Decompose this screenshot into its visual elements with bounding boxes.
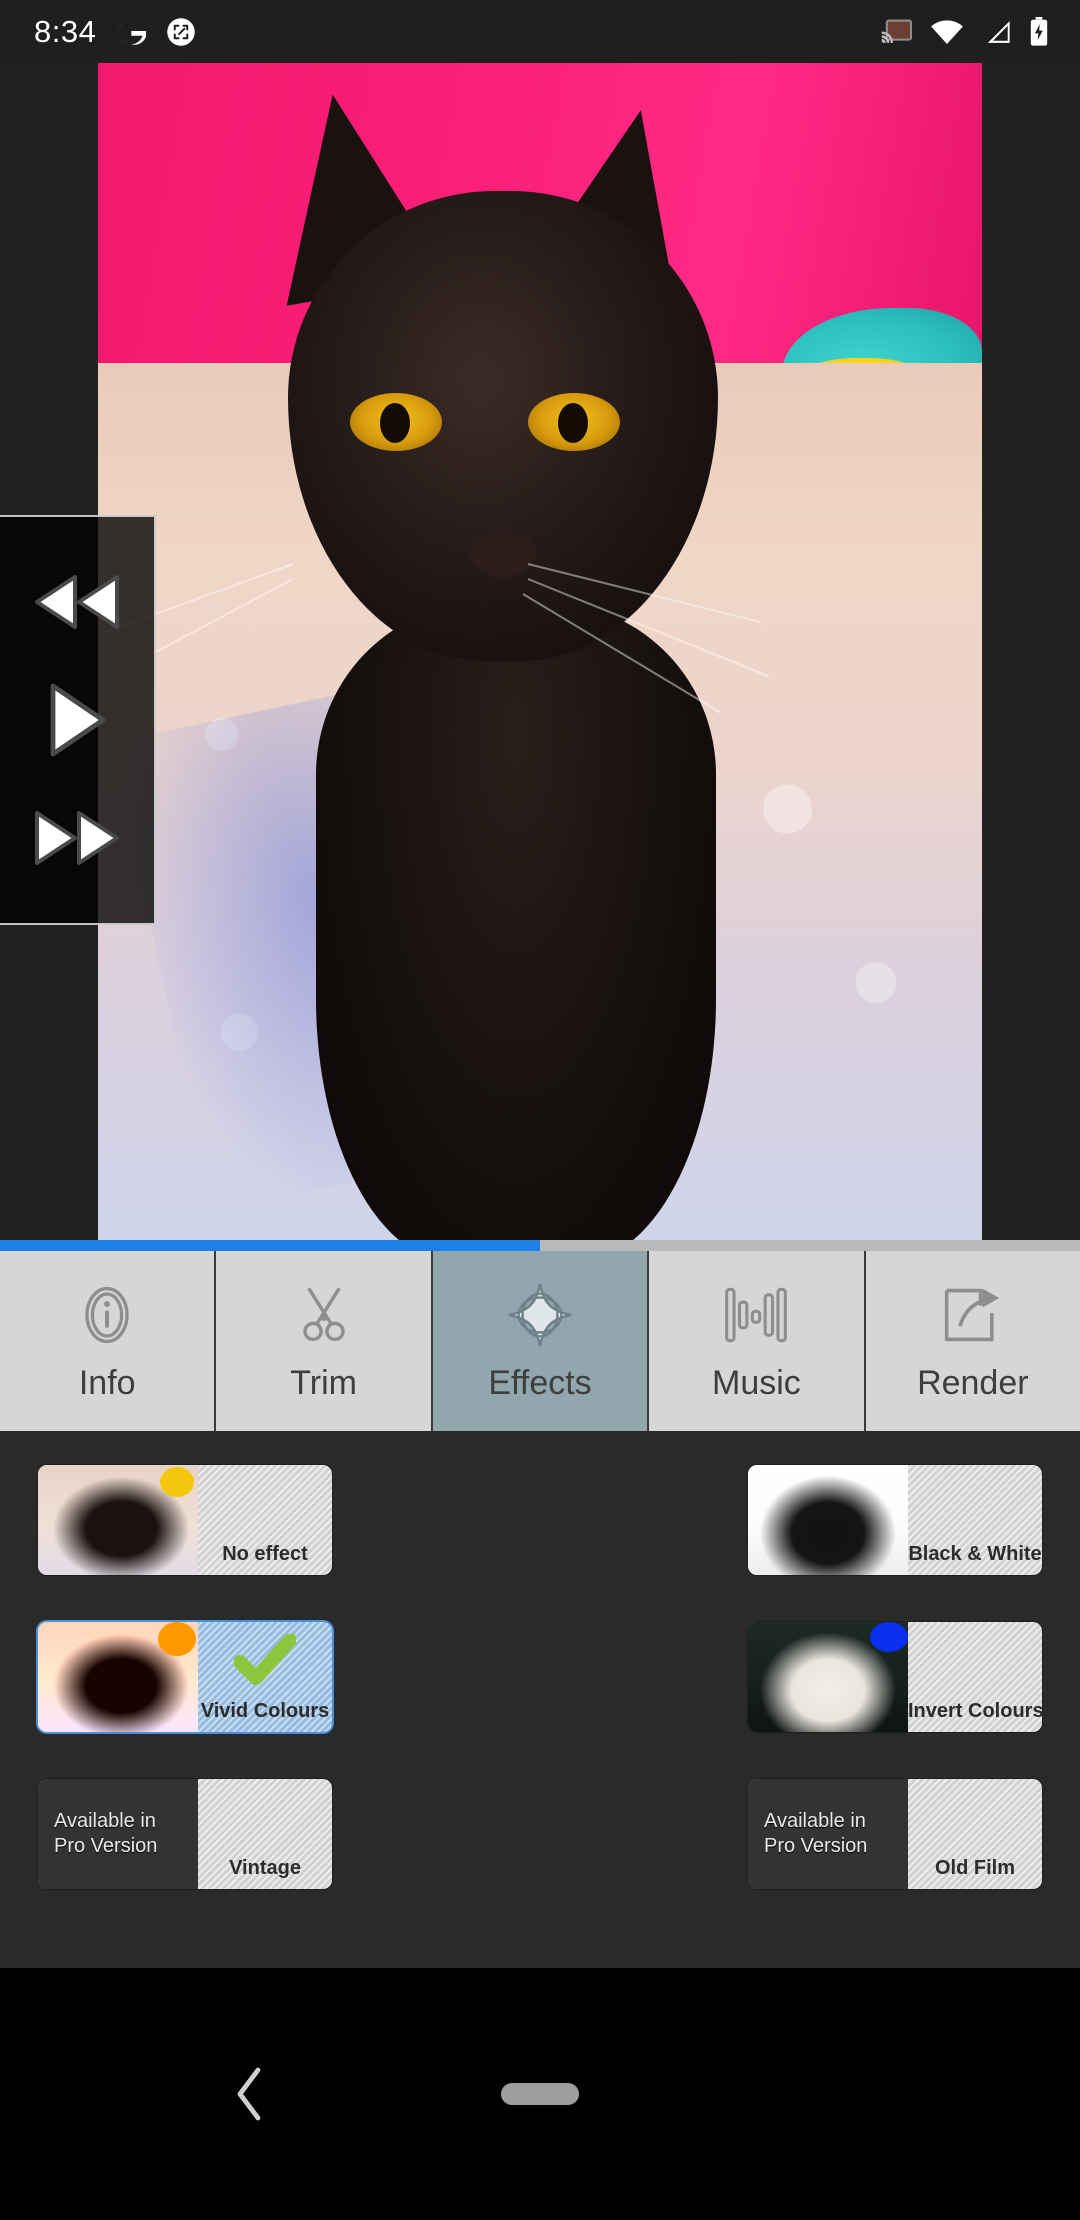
- thumb-toy: [160, 1467, 194, 1497]
- thumbnail-image: [748, 1465, 908, 1575]
- effect-label-wrap: Vintage: [198, 1779, 332, 1889]
- sparkle-icon: [505, 1280, 575, 1350]
- effect-cell: Black & White: [540, 1465, 1042, 1575]
- effect-item-old-film[interactable]: Available in Pro Version Old Film: [748, 1779, 1042, 1889]
- effect-item-invert-colours[interactable]: Invert Colours: [748, 1622, 1042, 1732]
- effect-thumbnail: Available in Pro Version: [38, 1779, 198, 1889]
- export-icon: [938, 1280, 1008, 1350]
- effect-label-wrap: Invert Colours: [908, 1622, 1042, 1732]
- tab-render-label: Render: [917, 1363, 1029, 1402]
- video-seek-bar[interactable]: [0, 1240, 1080, 1251]
- tab-music-label: Music: [712, 1363, 801, 1402]
- info-icon: [72, 1280, 142, 1350]
- effect-thumbnail: Available in Pro Version: [748, 1779, 908, 1889]
- effects-panel: No effect Black & White Vivid Colours In…: [0, 1431, 1080, 1968]
- battery-charging-icon: [1028, 16, 1050, 47]
- effect-label: Invert Colours: [908, 1700, 1042, 1722]
- cat-eye-right: [528, 393, 620, 451]
- tab-info[interactable]: Info: [0, 1251, 217, 1431]
- tab-music[interactable]: Music: [649, 1251, 866, 1431]
- pro-badge-line2: Pro Version: [764, 1835, 868, 1857]
- pro-badge-text: Available in Pro Version: [38, 1809, 198, 1859]
- effect-cell: No effect: [38, 1465, 540, 1575]
- effect-label: Vivid Colours: [200, 1700, 330, 1722]
- pro-badge-text: Available in Pro Version: [748, 1809, 908, 1859]
- rewind-button[interactable]: [22, 559, 132, 645]
- cat-body: [316, 603, 716, 1240]
- google-icon: [116, 17, 147, 47]
- effect-item-vivid-colours[interactable]: Vivid Colours: [38, 1622, 332, 1732]
- effect-label-wrap: Old Film: [908, 1779, 1042, 1889]
- effect-thumbnail: [38, 1465, 198, 1575]
- cat-pupil-right: [558, 403, 588, 443]
- cat-eye-left: [350, 393, 442, 451]
- effect-cell: Available in Pro Version Vintage: [38, 1779, 540, 1889]
- cast-icon: [881, 18, 913, 46]
- status-bar-right: [881, 16, 1080, 47]
- tab-info-label: Info: [78, 1363, 136, 1402]
- effect-item-no-effect[interactable]: No effect: [38, 1465, 332, 1575]
- effect-cell: Available in Pro Version Old Film: [540, 1779, 1042, 1889]
- play-button[interactable]: [22, 677, 132, 763]
- pro-badge-line2: Pro Version: [54, 1835, 158, 1857]
- video-frame[interactable]: [98, 63, 982, 1240]
- status-bar-left: 8:34: [0, 14, 196, 50]
- system-navigation-bar: [0, 1968, 1080, 2220]
- pro-badge-line1: Available in: [764, 1810, 866, 1832]
- thumbnail-image: [38, 1622, 198, 1732]
- waveform-icon: [721, 1280, 791, 1350]
- effect-item-black-and-white[interactable]: Black & White: [748, 1465, 1042, 1575]
- player-controls-panel[interactable]: [0, 515, 156, 925]
- tab-render[interactable]: Render: [865, 1251, 1080, 1431]
- cat-nose: [470, 531, 536, 577]
- thumbnail-image: [748, 1622, 908, 1732]
- effects-grid: No effect Black & White Vivid Colours In…: [0, 1431, 1080, 1889]
- scissors-icon: [289, 1280, 359, 1350]
- effect-label: No effect: [222, 1543, 308, 1565]
- pro-version-badge: Available in Pro Version: [38, 1779, 198, 1889]
- editor-tab-bar[interactable]: Info Trim Effects Music Render: [0, 1251, 1080, 1431]
- effect-cell: Vivid Colours: [38, 1622, 540, 1732]
- app-screen: 8:34 Info Trim Effects Music Render No e…: [0, 0, 1080, 2220]
- effect-label-wrap: Vivid Colours: [198, 1622, 332, 1732]
- tab-effects-label: Effects: [488, 1363, 592, 1402]
- cat-pupil-left: [380, 403, 410, 443]
- effect-cell: Invert Colours: [540, 1622, 1042, 1732]
- effect-thumbnail: [38, 1622, 198, 1732]
- status-clock: 8:34: [34, 13, 97, 49]
- tab-trim-label: Trim: [290, 1363, 357, 1402]
- seek-bar-fill: [0, 1240, 540, 1251]
- effect-label-wrap: Black & White: [908, 1465, 1042, 1575]
- thumb-toy: [158, 1622, 196, 1656]
- screenshot-edit-icon: [166, 17, 196, 47]
- effect-label: Black & White: [908, 1543, 1042, 1565]
- tab-trim[interactable]: Trim: [216, 1251, 433, 1431]
- pro-version-badge: Available in Pro Version: [748, 1779, 908, 1889]
- thumb-toy: [870, 1622, 908, 1652]
- effect-thumbnail: [748, 1465, 908, 1575]
- tab-effects[interactable]: Effects: [432, 1251, 650, 1431]
- wifi-icon: [930, 19, 964, 45]
- checkmark-icon: [233, 1633, 297, 1688]
- pro-badge-line1: Available in: [54, 1810, 156, 1832]
- fast-forward-button[interactable]: [22, 795, 132, 881]
- video-preview-area[interactable]: [0, 63, 1080, 1240]
- effect-item-vintage[interactable]: Available in Pro Version Vintage: [38, 1779, 332, 1889]
- effect-label: Vintage: [229, 1857, 301, 1879]
- status-bar: 8:34: [0, 0, 1080, 63]
- effect-label: Old Film: [935, 1857, 1015, 1879]
- back-button[interactable]: [220, 2064, 280, 2124]
- effect-label-wrap: No effect: [198, 1465, 332, 1575]
- video-still-image: [98, 63, 982, 1240]
- effect-thumbnail: [748, 1622, 908, 1732]
- cellular-signal-icon: [981, 19, 1011, 45]
- thumbnail-image: [38, 1465, 198, 1575]
- home-handle[interactable]: [501, 2083, 579, 2105]
